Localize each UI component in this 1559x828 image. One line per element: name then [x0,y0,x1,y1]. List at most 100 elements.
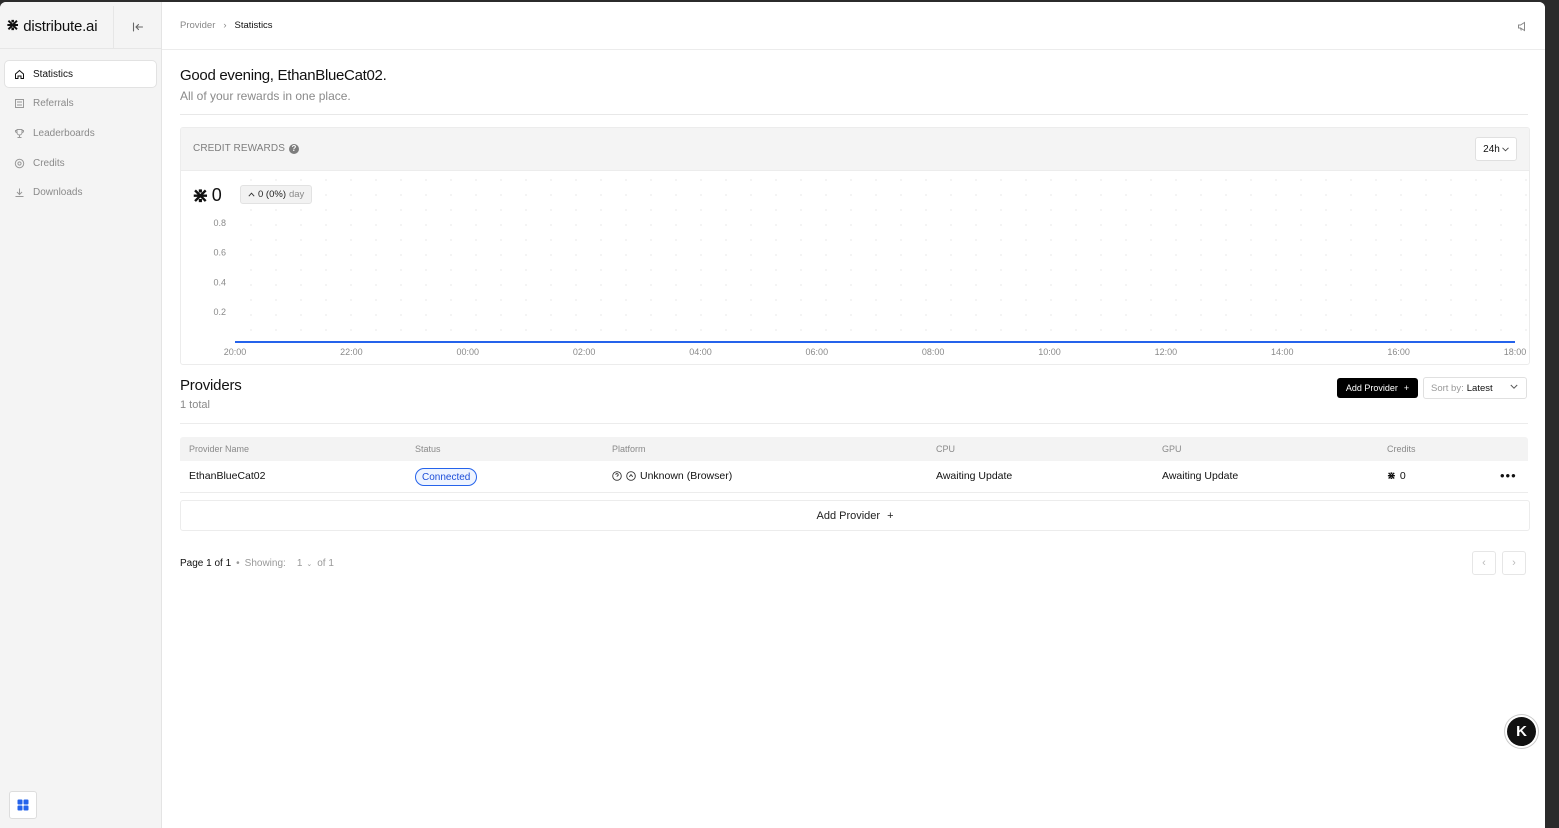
chevron-right-icon: › [1512,557,1516,569]
grid-dot [775,314,777,316]
grid-dot [575,269,577,271]
grid-dot [1200,239,1202,241]
page-text: Page 1 of 1 [180,558,232,569]
assistant-button[interactable]: K [1507,717,1536,746]
grid-dot [350,329,352,331]
column-gpu: GPU [1162,444,1182,454]
column-cpu: CPU [936,444,956,454]
grid-dot [575,284,577,286]
megaphone-icon [1518,21,1525,32]
announcements-button[interactable] [1517,19,1528,37]
grid-dot [1275,209,1277,211]
row-menu-button[interactable]: ••• [1500,468,1517,483]
sidebar-item-referrals[interactable]: Referrals [5,91,156,117]
grid-dot [650,224,652,226]
page-subtitle: All of your rewards in one place. [180,89,351,103]
grid-dot [275,224,277,226]
prev-page-button[interactable]: ‹ [1472,551,1496,575]
grid-dot [1200,179,1202,181]
grid-dot [1250,314,1252,316]
apps-grid-button[interactable] [9,791,37,819]
grid-dot [1325,209,1327,211]
page-size-select[interactable]: 1 ⌄ [297,558,312,569]
grid-dot [625,209,627,211]
sidebar-item-credits[interactable]: Credits [5,150,156,176]
grid-dot [1450,224,1452,226]
grid-dot [875,224,877,226]
grid-dot [1525,179,1527,181]
grid-dot [1100,179,1102,181]
grid-dot [825,299,827,301]
grid-dot [1000,179,1002,181]
grid-dot [1300,254,1302,256]
grid-dot [1325,224,1327,226]
grid-dot [275,239,277,241]
grid-dot [625,269,627,271]
grid-dot [950,284,952,286]
grid-dot [1150,224,1152,226]
grid-dot [875,299,877,301]
grid-dot [1200,194,1202,196]
grid-dot [425,299,427,301]
help-icon[interactable]: ? [288,143,299,154]
grid-dot [1300,314,1302,316]
grid-dot [350,269,352,271]
grid-dot [1000,299,1002,301]
grid-dot [1000,194,1002,196]
grid-dot [300,284,302,286]
grid-dot [1200,314,1202,316]
grid-dot [900,224,902,226]
grid-dot [925,239,927,241]
grid-dot [350,284,352,286]
grid-dot [250,254,252,256]
grid-dot [1025,254,1027,256]
breadcrumb-provider[interactable]: Provider [180,20,215,31]
grid-dot [850,314,852,316]
grid-dot [1475,224,1477,226]
next-page-button[interactable]: › [1502,551,1526,575]
range-select[interactable]: 24h [1475,137,1517,161]
grid-dot [1175,194,1177,196]
grid-dot [800,224,802,226]
grid-dot [700,224,702,226]
grid-dot [1025,329,1027,331]
sidebar-item-leaderboards[interactable]: Leaderboards [5,120,156,146]
grid-dot [1525,329,1527,331]
credit-total: ⋇ 0 [192,183,222,208]
sort-select[interactable]: Sort by: Latest [1423,377,1527,399]
grid-dot [425,209,427,211]
sidebar-item-downloads[interactable]: Downloads [5,180,156,206]
grid-dot [525,224,527,226]
sidebar-item-statistics[interactable]: Statistics [5,61,156,87]
grid-dot [725,224,727,226]
add-provider-button[interactable]: Add Provider + [1337,378,1418,398]
grid-dot [1075,314,1077,316]
grid-dot [850,224,852,226]
grid-dot [1300,239,1302,241]
brand-logo[interactable]: ⋇ distribute.ai [6,15,98,37]
table-row[interactable]: EthanBlueCat02 Connected Unknown (Browse… [180,462,1528,493]
grid-dot [1450,314,1452,316]
grid-dot [1000,254,1002,256]
grid-dot [1400,284,1402,286]
grid-dot [500,254,502,256]
grid-dot [550,269,552,271]
grid-dot [1325,299,1327,301]
collapse-sidebar-button[interactable] [113,6,162,48]
grid-dot [1075,194,1077,196]
grid-dot [600,299,602,301]
grid-dot [750,179,752,181]
grid-dot [1275,314,1277,316]
grid-dot [925,254,927,256]
grid-dot [300,179,302,181]
grid-dot [1325,284,1327,286]
grid-dot [450,179,452,181]
add-provider-row-button[interactable]: Add Provider + [180,500,1530,531]
grid-dot [525,329,527,331]
divider [180,423,1528,424]
grid-dot [1350,299,1352,301]
grid-dot [725,269,727,271]
grid-dot [650,284,652,286]
grid-dot [775,299,777,301]
grid-dot [1425,299,1427,301]
